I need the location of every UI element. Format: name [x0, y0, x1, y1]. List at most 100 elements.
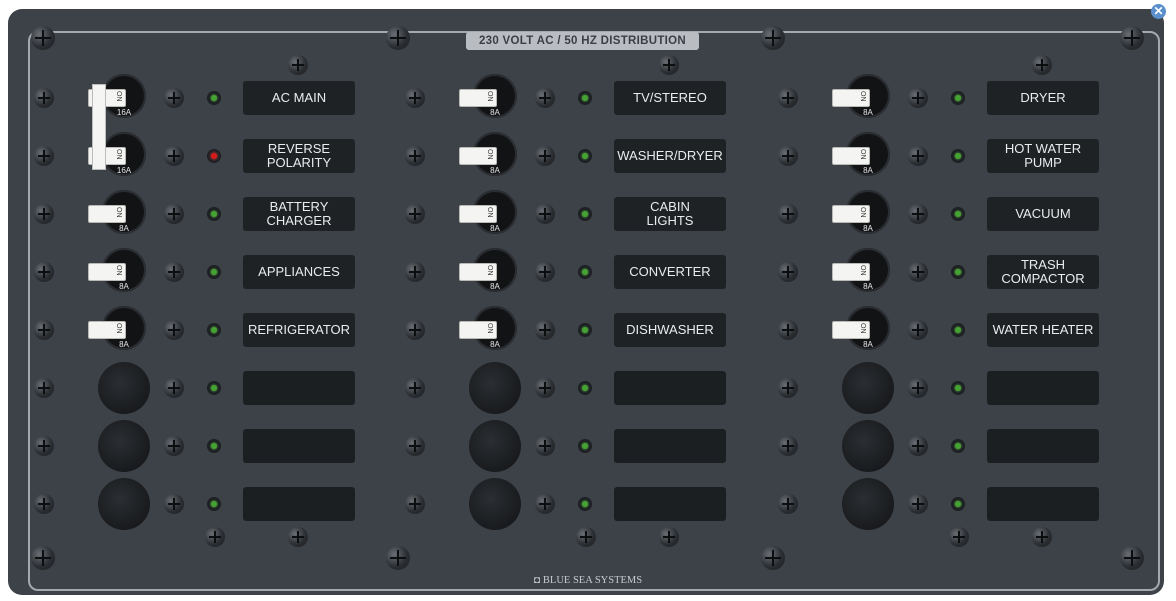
circuit-label: [243, 487, 355, 521]
breaker-rating: 8A: [119, 340, 129, 349]
indicator-led: [207, 265, 221, 279]
breaker-toggle[interactable]: ON: [459, 321, 497, 339]
screw-icon: [164, 436, 184, 456]
breaker-toggle[interactable]: ON: [832, 321, 870, 339]
circuit-label: [243, 371, 355, 405]
screw-icon: [34, 378, 54, 398]
indicator-led: [207, 323, 221, 337]
blank-plug: [842, 362, 894, 414]
screw-icon: [34, 262, 54, 282]
screw-icon: [34, 146, 54, 166]
screw-icon: [164, 320, 184, 340]
screw-icon: [778, 204, 798, 224]
toggle-on-text: ON: [486, 207, 493, 218]
screw-icon: [908, 378, 928, 398]
blank-plug: [842, 420, 894, 472]
toggle-on-text: ON: [486, 91, 493, 102]
toggle-on-text: ON: [486, 265, 493, 276]
screw-icon: [535, 378, 555, 398]
breaker-toggle[interactable]: ON: [832, 263, 870, 281]
breaker-rating: 8A: [119, 224, 129, 233]
circuit-label: [987, 429, 1099, 463]
screw-icon: [164, 88, 184, 108]
breaker-toggle[interactable]: ON: [832, 147, 870, 165]
mounting-screw-icon: [31, 26, 55, 50]
circuit-label: HOT WATER PUMP: [987, 139, 1099, 173]
toggle-on-text: ON: [859, 207, 866, 218]
toggle-on-text: ON: [115, 207, 122, 218]
breaker-toggle[interactable]: ON: [459, 263, 497, 281]
indicator-led: [578, 439, 592, 453]
breaker-toggle[interactable]: ON: [459, 147, 497, 165]
circuit-label: REVERSE POLARITY: [243, 139, 355, 173]
blank-plug: [469, 420, 521, 472]
breaker-rating: 16A: [116, 166, 132, 175]
indicator-led: [578, 265, 592, 279]
screw-icon: [288, 527, 308, 547]
circuit-label: DRYER: [987, 81, 1099, 115]
breaker-rating: 8A: [490, 340, 500, 349]
screw-icon: [405, 146, 425, 166]
indicator-led: [951, 439, 965, 453]
mounting-screw-icon: [386, 546, 410, 570]
circuit-label: [614, 371, 726, 405]
screw-icon: [778, 436, 798, 456]
blank-plug: [98, 478, 150, 530]
screw-icon: [205, 527, 225, 547]
indicator-led: [951, 265, 965, 279]
screw-icon: [908, 146, 928, 166]
toggle-on-text: ON: [115, 265, 122, 276]
mounting-screw-icon: [1120, 26, 1144, 50]
screw-icon: [535, 436, 555, 456]
breaker-rating: 8A: [490, 224, 500, 233]
screw-icon: [535, 88, 555, 108]
screw-icon: [164, 146, 184, 166]
screw-icon: [405, 262, 425, 282]
panel-title: 230 VOLT AC / 50 HZ DISTRIBUTION: [466, 32, 699, 50]
toggle-on-text: ON: [486, 149, 493, 160]
screw-icon: [778, 262, 798, 282]
circuit-label: WASHER/DRYER: [614, 139, 726, 173]
screw-icon: [659, 55, 679, 75]
breaker-toggle[interactable]: ON: [88, 263, 126, 281]
indicator-led: [578, 207, 592, 221]
indicator-led: [951, 207, 965, 221]
breaker-rating: 8A: [863, 340, 873, 349]
toggle-on-text: ON: [115, 149, 122, 160]
breaker-rating: 8A: [863, 108, 873, 117]
indicator-led: [951, 381, 965, 395]
breaker-toggle[interactable]: ON: [459, 89, 497, 107]
circuit-label: REFRIGERATOR: [243, 313, 355, 347]
screw-icon: [778, 146, 798, 166]
mounting-screw-icon: [761, 26, 785, 50]
screw-icon: [949, 527, 969, 547]
circuit-label: VACUUM: [987, 197, 1099, 231]
breaker-toggle[interactable]: ON: [832, 205, 870, 223]
circuit-label: APPLIANCES: [243, 255, 355, 289]
breaker-rating: 8A: [119, 282, 129, 291]
screw-icon: [405, 436, 425, 456]
blank-plug: [469, 478, 521, 530]
breaker-rating: 8A: [490, 282, 500, 291]
indicator-led: [207, 381, 221, 395]
circuit-label: [614, 487, 726, 521]
circuit-label: CABIN LIGHTS: [614, 197, 726, 231]
indicator-led: [951, 91, 965, 105]
circuit-label: WATER HEATER: [987, 313, 1099, 347]
indicator-led: [578, 497, 592, 511]
screw-icon: [908, 88, 928, 108]
breaker-toggle[interactable]: ON: [459, 205, 497, 223]
close-icon[interactable]: ✕: [1151, 4, 1166, 19]
breaker-toggle[interactable]: ON: [832, 89, 870, 107]
screw-icon: [34, 494, 54, 514]
main-breaker-interlock[interactable]: [92, 84, 106, 170]
blank-plug: [98, 420, 150, 472]
blank-plug: [98, 362, 150, 414]
breaker-toggle[interactable]: ON: [88, 205, 126, 223]
indicator-led: [207, 207, 221, 221]
indicator-led: [578, 323, 592, 337]
screw-icon: [778, 494, 798, 514]
screw-icon: [778, 88, 798, 108]
screw-icon: [164, 494, 184, 514]
breaker-toggle[interactable]: ON: [88, 321, 126, 339]
